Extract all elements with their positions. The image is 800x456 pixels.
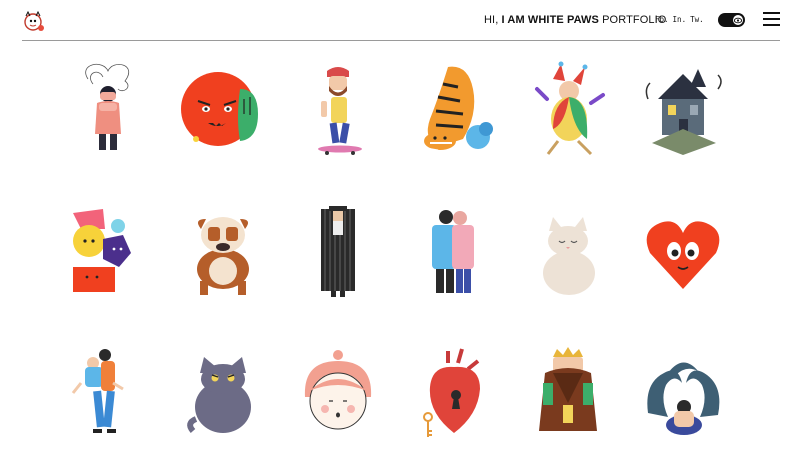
brand-name: I AM WHITE PAWS (501, 14, 599, 26)
instagram-link[interactable]: In. (673, 15, 687, 24)
site-header: HI, I AM WHITE PAWS PORTFOLIO Fb. In. Tw… (0, 0, 800, 40)
tiger-illustration[interactable] (408, 59, 498, 159)
geometric-shapes-illustration[interactable] (63, 201, 153, 301)
theme-toggle[interactable] (718, 13, 745, 27)
heart-face-illustration[interactable] (638, 201, 728, 301)
site-tagline: HI, I AM WHITE PAWS PORTFOLIO (484, 14, 666, 26)
grumpy-cat-illustration[interactable] (178, 343, 268, 443)
facebook-link[interactable]: Fb. (655, 15, 669, 24)
eye-icon (734, 17, 742, 23)
anatomical-heart-key-illustration[interactable] (408, 343, 498, 443)
skater-man-illustration[interactable] (293, 59, 383, 159)
sad-figure-waves-illustration[interactable] (638, 343, 728, 443)
jester-illustration[interactable] (523, 59, 613, 159)
anxious-girl-illustration[interactable] (63, 59, 153, 159)
hamburger-menu-icon[interactable] (763, 11, 780, 27)
bearded-king-illustration[interactable] (523, 343, 613, 443)
greeting-text: HI, (484, 14, 499, 26)
red-face-hand-illustration[interactable] (178, 59, 268, 159)
spy-trenchcoat-illustration[interactable] (293, 201, 383, 301)
haunted-house-illustration[interactable] (638, 59, 728, 159)
bulldog-illustration[interactable] (178, 201, 268, 301)
twitter-link[interactable]: Tw. (690, 15, 704, 24)
white-cat-illustration[interactable] (523, 201, 613, 301)
social-links: Fb. In. Tw. (655, 15, 704, 24)
couple-illustration[interactable] (408, 201, 498, 301)
peach-hair-girl-illustration[interactable] (293, 343, 383, 443)
piggyback-couple-illustration[interactable] (63, 343, 153, 443)
illustration-gallery (0, 41, 800, 456)
paw-logo-icon[interactable] (20, 8, 46, 34)
